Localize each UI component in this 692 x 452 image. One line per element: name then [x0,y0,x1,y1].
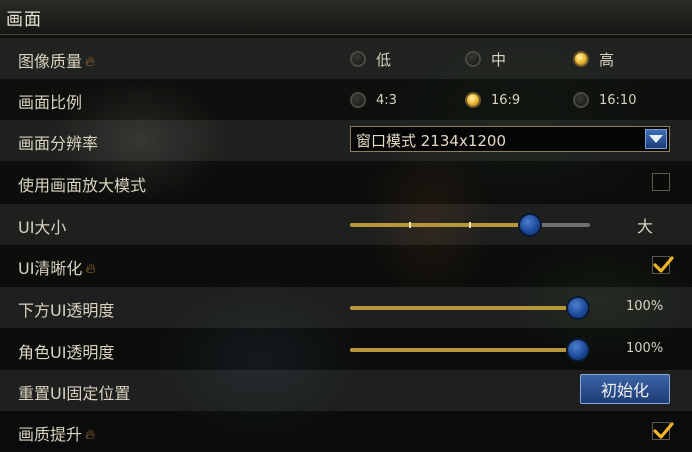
quality-boost-label: 画质提升 🔥︎ [18,425,96,444]
slider-tick [469,222,471,228]
settings-panel: 画面 图像质量 🔥︎ 低 中 高 画面比例 4:3 16:9 16:10 画面分辨… [0,0,692,450]
row-lower-ui-opacity: 下方UI透明度 100% [0,287,692,328]
radio-quality-mid[interactable]: 中 [465,48,506,70]
row-image-quality: 图像质量 🔥︎ 低 中 高 [0,38,692,79]
ui-size-label: UI大小 [18,218,67,237]
panel-title: 画面 [6,10,42,30]
slider-knob[interactable] [518,213,542,237]
lower-ui-opacity-slider[interactable] [350,296,590,320]
row-aspect-ratio: 画面比例 4:3 16:9 16:10 [0,79,692,120]
slider-knob[interactable] [566,296,590,320]
slider-fill [350,348,590,352]
dropdown-arrow-button[interactable] [645,129,667,149]
checkmark-icon [653,256,674,273]
radio-ratio-4-3[interactable]: 4:3 [350,89,397,111]
flame-icon: 🔥︎ [85,427,96,443]
row-quality-boost: 画质提升 🔥︎ [0,411,692,452]
radio-ratio-16-10[interactable]: 16:10 [573,89,636,111]
slider-tick [409,222,411,228]
flame-icon: 🔥︎ [85,261,96,277]
checkmark-icon [653,422,674,439]
resolution-dropdown[interactable]: 窗口模式 2134x1200 [350,126,670,152]
slider-fill [350,306,590,310]
radio-dot-icon [465,51,481,67]
char-ui-opacity-label: 角色UI透明度 [18,343,115,362]
row-ui-sharpen: UI清晰化 🔥︎ [0,245,692,286]
row-zoom-mode: 使用画面放大模式 [0,162,692,203]
flame-icon: 🔥︎ [85,54,96,70]
row-reset-ui: 重置UI固定位置 初始化 [0,370,692,411]
ui-size-slider[interactable] [350,213,590,237]
radio-dot-icon [350,51,366,67]
radio-quality-low[interactable]: 低 [350,48,391,70]
ui-sharpen-label: UI清晰化 🔥︎ [18,259,96,278]
ui-size-max-label: 大 [637,217,654,236]
initialize-button[interactable]: 初始化 [580,374,670,404]
quality-boost-checkbox[interactable] [652,422,674,440]
chevron-down-icon [649,135,663,143]
ui-sharpen-checkbox[interactable] [652,256,674,274]
radio-dot-icon [350,92,366,108]
char-ui-opacity-slider[interactable] [350,338,590,362]
image-quality-label: 图像质量 🔥︎ [18,52,96,71]
resolution-value: 窗口模式 2134x1200 [356,132,506,150]
lower-ui-opacity-label: 下方UI透明度 [18,301,115,320]
radio-quality-high[interactable]: 高 [573,48,614,70]
slider-fill [350,223,530,227]
resolution-label: 画面分辨率 [18,134,99,153]
row-ui-size: UI大小 大 [0,204,692,245]
title-bar: 画面 [0,0,692,35]
radio-ratio-16-9[interactable]: 16:9 [465,89,520,111]
char-ui-opacity-value: 100% [626,341,664,356]
reset-ui-label: 重置UI固定位置 [18,384,131,403]
zoom-mode-checkbox[interactable] [652,173,670,191]
row-char-ui-opacity: 角色UI透明度 100% [0,329,692,370]
slider-knob[interactable] [566,338,590,362]
zoom-mode-label: 使用画面放大模式 [18,176,147,195]
lower-ui-opacity-value: 100% [626,299,664,314]
radio-dot-icon [573,51,589,67]
radio-dot-icon [465,92,481,108]
aspect-ratio-label: 画面比例 [18,93,83,112]
radio-dot-icon [573,92,589,108]
